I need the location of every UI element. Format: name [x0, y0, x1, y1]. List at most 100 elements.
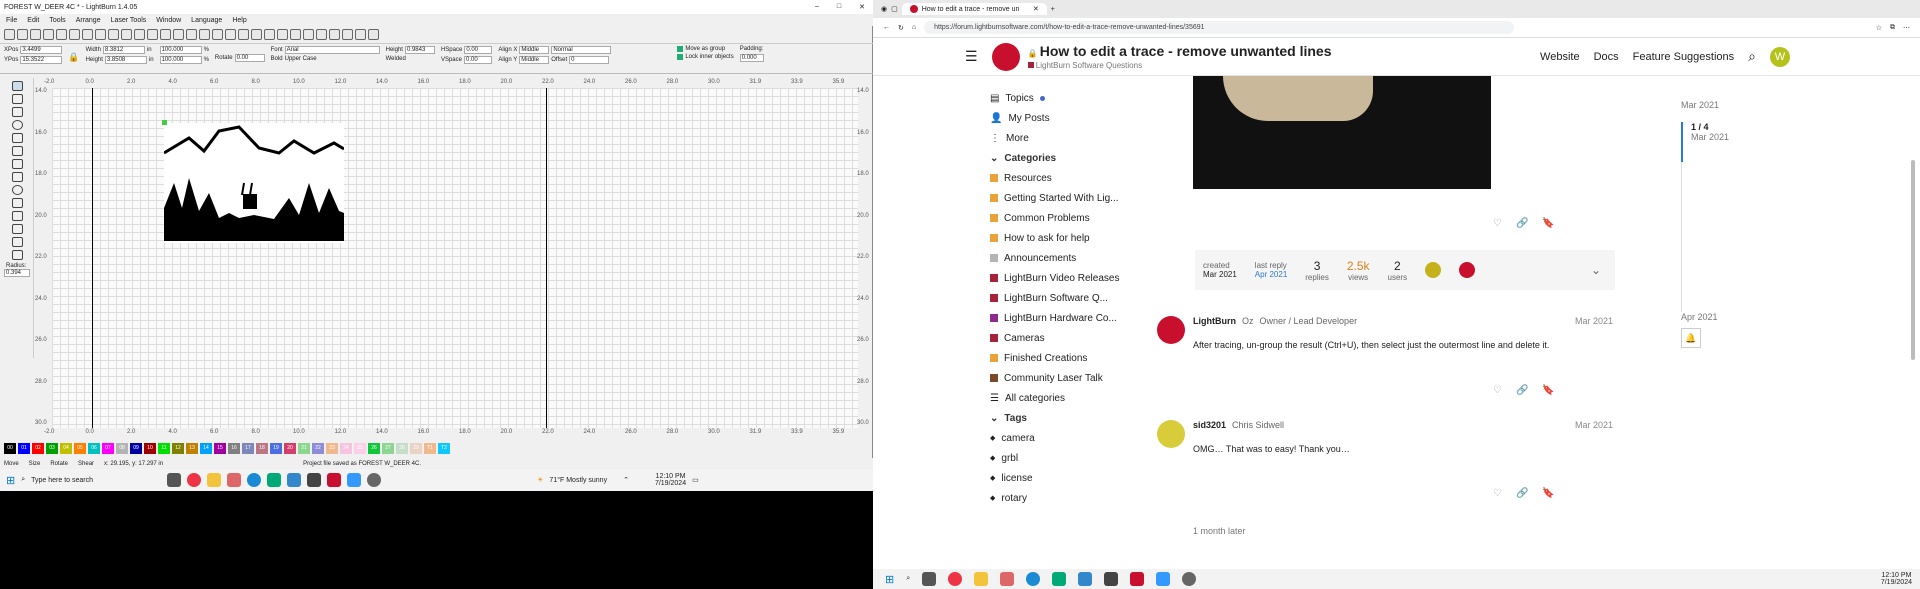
clock-date[interactable]: 7/19/2024 [1881, 579, 1912, 586]
forest-deer-design[interactable] [164, 123, 344, 243]
move-toggle[interactable]: Move [4, 461, 19, 467]
menu-language[interactable]: Language [191, 17, 222, 24]
browser-menu-icon[interactable]: ⋯ [1903, 24, 1920, 32]
like-icon[interactable]: ♡ [1493, 385, 1502, 396]
store-icon[interactable] [267, 473, 282, 487]
hspace-input[interactable]: 0.00 [464, 46, 493, 54]
width-percent-input[interactable]: 100.000 [159, 46, 202, 54]
menu-help[interactable]: Help [232, 17, 246, 24]
cut-icon[interactable] [82, 29, 93, 40]
rotate-input[interactable]: 0.00 [234, 54, 265, 62]
distribute-icon[interactable] [368, 29, 379, 40]
edge-icon[interactable] [1026, 572, 1041, 586]
chrome-icon[interactable] [948, 572, 963, 586]
search-icon[interactable]: ⌕ [21, 476, 25, 484]
palette-swatch[interactable]: 26 [368, 443, 380, 454]
ungroup-icon[interactable] [342, 29, 353, 40]
frame-icon[interactable] [186, 29, 197, 40]
font-select[interactable]: Arial [284, 46, 380, 54]
edge-icon[interactable] [247, 473, 262, 487]
work-canvas[interactable] [52, 88, 858, 428]
sidebar-category[interactable]: LightBurn Software Q... [873, 288, 1143, 308]
palette-swatch[interactable]: 05 [74, 443, 86, 454]
lock-icon[interactable]: 🔒 [68, 52, 79, 63]
tab-actions-icon[interactable]: ▢ [891, 5, 898, 13]
sidebar-tag[interactable]: ◆ grbl [873, 448, 1143, 468]
maximize-icon[interactable]: □ [837, 3, 841, 11]
menu-edit[interactable]: Edit [27, 17, 39, 24]
taskbar-search-placeholder[interactable]: Type here to search [31, 477, 161, 484]
store-icon[interactable] [1052, 572, 1067, 586]
home-icon[interactable]: ⌂ [912, 24, 916, 31]
import-icon[interactable] [56, 29, 67, 40]
sidebar-item-more[interactable]: ⋮ More [873, 128, 1143, 148]
align-y-select[interactable]: Middle [519, 56, 550, 64]
font-height-input[interactable]: 0.9843 [404, 46, 435, 54]
selection-handle[interactable] [162, 120, 167, 125]
post-username[interactable]: sid3201 [1193, 420, 1226, 430]
close-icon[interactable]: ✕ [859, 3, 865, 11]
back-icon[interactable]: ← [883, 24, 890, 31]
categories-heading[interactable]: ⌄ Categories [873, 148, 1143, 168]
offset-icon[interactable] [12, 185, 23, 195]
sidebar-category[interactable]: How to ask for help [873, 228, 1143, 248]
palette-swatch[interactable]: 18 [256, 443, 268, 454]
created-date[interactable]: Mar 2021 [1203, 270, 1237, 279]
extensions-icon[interactable]: ⧉ [1890, 24, 1895, 32]
bookmark-icon[interactable]: 🔖 [1542, 488, 1554, 499]
profile-icon[interactable]: ◉ [881, 5, 887, 13]
align-center-icon[interactable] [316, 29, 327, 40]
chrome-icon[interactable] [187, 473, 202, 487]
paint-icon[interactable] [227, 473, 242, 487]
palette-swatch[interactable]: 15 [214, 443, 226, 454]
link-icon[interactable]: 🔗 [1516, 218, 1528, 229]
edit-nodes-icon[interactable] [12, 94, 23, 104]
clock-time[interactable]: 12:10 PM [656, 473, 686, 480]
timeline-counter[interactable]: 1 / 4 [1691, 122, 1801, 132]
sidebar-category[interactable]: Cameras [873, 328, 1143, 348]
scrollbar[interactable] [1911, 160, 1915, 360]
nav-website[interactable]: Website [1540, 51, 1580, 63]
sidebar-category[interactable]: Resources [873, 168, 1143, 188]
radius-input[interactable]: 0.394 [4, 269, 30, 277]
palette-swatch[interactable]: 16 [228, 443, 240, 454]
lightburn-taskbar-icon[interactable] [327, 473, 342, 487]
delete-icon[interactable] [121, 29, 132, 40]
measure-icon[interactable] [12, 172, 23, 182]
clock-date[interactable]: 7/19/2024 [655, 480, 686, 487]
normal-select[interactable]: Normal [551, 46, 612, 54]
width-input[interactable]: 8.3812 [102, 46, 145, 54]
copy-icon[interactable] [95, 29, 106, 40]
lightburn-logo[interactable] [991, 42, 1020, 71]
like-icon[interactable]: ♡ [1493, 218, 1502, 229]
palette-swatch[interactable]: 28 [396, 443, 408, 454]
rotate-toggle[interactable]: Rotate [50, 461, 68, 467]
new-file-icon[interactable] [4, 29, 15, 40]
boolean-subtract-icon[interactable] [12, 211, 23, 221]
save-as-icon[interactable] [43, 29, 54, 40]
new-tab-icon[interactable]: + [1051, 6, 1055, 13]
menu-tools[interactable]: Tools [49, 17, 65, 24]
flip-horizontal-icon[interactable] [264, 29, 275, 40]
settings-taskbar-icon[interactable] [367, 473, 382, 487]
task-view-icon[interactable] [167, 473, 182, 487]
rectangle-icon[interactable] [12, 107, 23, 117]
grid-array-icon[interactable] [12, 224, 23, 234]
tab-close-icon[interactable]: ✕ [1033, 5, 1039, 13]
participant-avatar[interactable] [1459, 262, 1476, 278]
clock-time[interactable]: 12:10 PM [1881, 572, 1911, 579]
palette-swatch[interactable]: 06 [88, 443, 100, 454]
sidebar-item-my-posts[interactable]: 👤 My Posts [873, 108, 1143, 128]
windows-start-icon[interactable]: ⊞ [885, 573, 894, 586]
save-icon[interactable] [30, 29, 41, 40]
palette-swatch[interactable]: 11 [158, 443, 170, 454]
position-laser-icon[interactable] [12, 159, 23, 169]
post-date[interactable]: Mar 2021 [1575, 420, 1613, 430]
group-icon[interactable] [329, 29, 340, 40]
tab-active[interactable]: How to edit a trace - remove un ✕ [901, 3, 1047, 15]
weld-icon[interactable] [355, 29, 366, 40]
sidebar-category[interactable]: LightBurn Video Releases [873, 268, 1143, 288]
sidebar-item-topics[interactable]: ▤ Topics [873, 88, 1143, 108]
palette-swatch[interactable]: 17 [242, 443, 254, 454]
palette-swatch[interactable]: 13 [186, 443, 198, 454]
